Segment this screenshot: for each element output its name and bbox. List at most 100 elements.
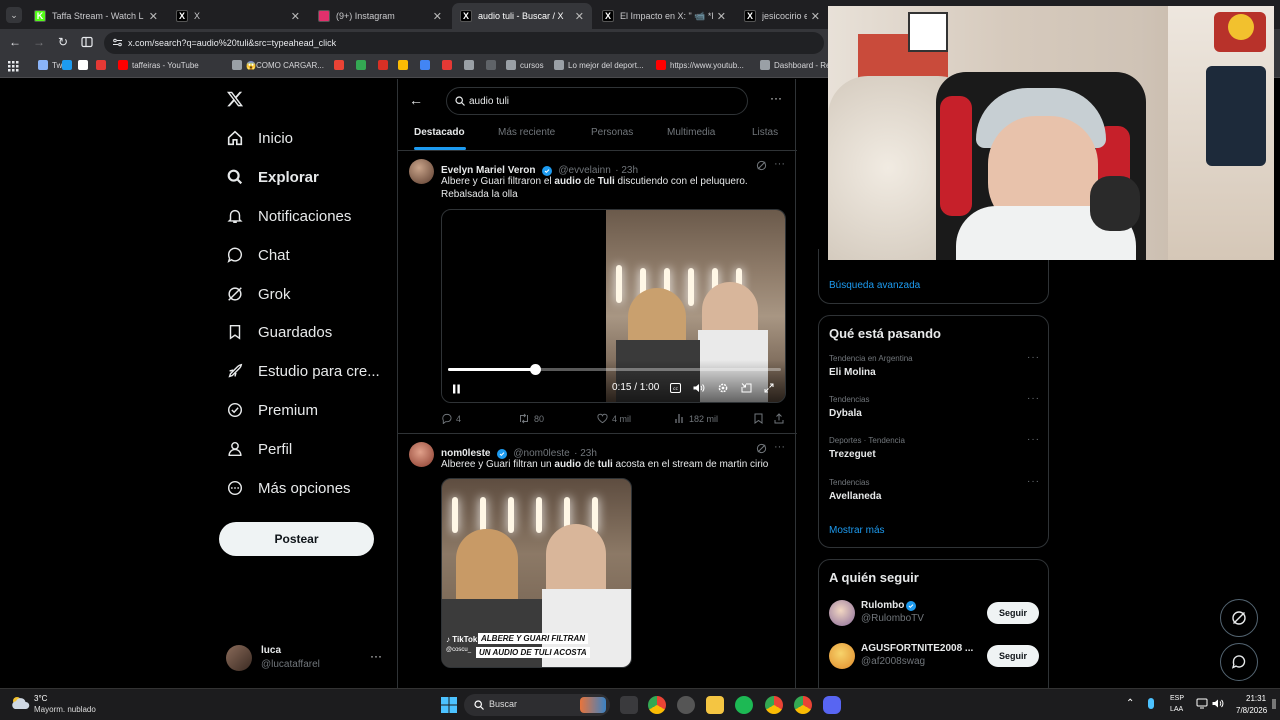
browser-tab[interactable]: K Taffa Stream - Watch L ✕ — [26, 3, 166, 29]
sidepanel-icon[interactable] — [80, 35, 94, 49]
trend-more-icon[interactable]: ··· — [1027, 434, 1040, 445]
bookmark-item[interactable]: https://www.youtub... — [656, 60, 744, 70]
language-1[interactable]: ESP — [1170, 695, 1184, 702]
like-button[interactable]: 4 mil — [597, 413, 631, 424]
trend-more-icon[interactable]: ··· — [1027, 352, 1040, 363]
bookmark-item[interactable]: 😱COMO CARGAR... — [232, 60, 324, 70]
follow-button[interactable]: Seguir — [987, 602, 1039, 624]
back-icon[interactable]: ← — [8, 35, 22, 49]
bookmark-item[interactable]: Tw — [38, 60, 62, 70]
tab-search-chevron-icon[interactable]: ⌄ — [6, 7, 22, 23]
video-progress-track[interactable] — [448, 364, 781, 375]
bookmark-item[interactable]: taffeiras - YouTube — [118, 60, 199, 70]
nav-item-estudio-para-cre[interactable]: Estudio para cre... — [226, 356, 380, 386]
search-tab[interactable]: Personas — [591, 127, 633, 138]
nav-item-notificaciones[interactable]: Notificaciones — [226, 201, 351, 231]
reply-button[interactable]: 4 — [441, 413, 461, 424]
trend-more-icon[interactable]: ··· — [1027, 393, 1040, 404]
nav-item-premium[interactable]: Premium — [226, 395, 318, 425]
chrome-icon[interactable] — [648, 696, 666, 714]
bookmark-item[interactable] — [356, 60, 370, 70]
bookmark-item[interactable] — [398, 60, 412, 70]
browser-tab[interactable]: (9+) Instagram ✕ — [310, 3, 450, 29]
messages-fab-icon[interactable] — [1220, 643, 1258, 681]
weather-widget[interactable]: 3°C Mayorm. nublado — [10, 692, 120, 718]
spotify-icon[interactable] — [735, 696, 753, 714]
bookmark-icon[interactable] — [754, 413, 767, 424]
volume-icon[interactable] — [693, 383, 705, 393]
bookmark-item[interactable] — [486, 60, 500, 70]
trend-item[interactable]: Dybala — [829, 408, 862, 419]
post-button[interactable]: Postear — [219, 522, 374, 556]
search-input[interactable]: audio tuli — [446, 87, 748, 115]
bookmark-item[interactable] — [442, 60, 456, 70]
settings-app-icon[interactable] — [677, 696, 695, 714]
forward-icon[interactable]: → — [32, 35, 46, 49]
nav-item-perfil[interactable]: Perfil — [226, 434, 292, 464]
nav-item-inicio[interactable]: Inicio — [226, 123, 293, 153]
tweet-more-icon[interactable]: ··· — [774, 158, 785, 170]
fullscreen-icon[interactable] — [764, 383, 774, 393]
browser-tab[interactable]: Xjesicocirio en X: "Ma ✕ — [736, 3, 828, 29]
nav-item-chat[interactable]: Chat — [226, 240, 290, 270]
avatar[interactable] — [409, 442, 434, 467]
account-switcher[interactable]: luca @lucataffarel ··· — [226, 643, 386, 675]
share-icon[interactable] — [774, 413, 788, 424]
tweet-more-icon[interactable]: ··· — [774, 441, 785, 453]
bookmark-item[interactable] — [78, 60, 92, 70]
avatar[interactable] — [409, 159, 434, 184]
search-options-icon[interactable]: ··· — [770, 91, 782, 105]
tab-close-icon[interactable]: ✕ — [575, 10, 584, 23]
search-tab[interactable]: Destacado — [414, 127, 465, 138]
tray-chevron-icon[interactable]: ⌃ — [1126, 698, 1134, 709]
chrome-profile-icon[interactable] — [765, 696, 783, 714]
bookmark-item[interactable] — [464, 60, 478, 70]
tab-close-icon[interactable]: ✕ — [291, 10, 300, 23]
task-view-icon[interactable] — [620, 696, 638, 714]
more-icon[interactable]: ··· — [370, 649, 382, 663]
tab-close-icon[interactable]: ✕ — [149, 10, 158, 23]
repost-button[interactable]: 80 — [518, 413, 544, 424]
nav-item-grok[interactable]: Grok — [226, 279, 291, 309]
tweet-video[interactable]: 0:15 / 1:00 cc — [441, 209, 786, 403]
video-scrubber-handle[interactable] — [529, 364, 541, 375]
chrome-profile-2-icon[interactable] — [794, 696, 812, 714]
trend-item[interactable]: Trezeguet — [829, 449, 876, 460]
tab-close-icon[interactable]: ✕ — [433, 10, 442, 23]
volume-icon[interactable] — [1212, 698, 1224, 709]
trend-more-icon[interactable]: ··· — [1027, 476, 1040, 487]
bookmark-item[interactable]: Dashboard - Re — [760, 60, 830, 70]
clock-time[interactable]: 21:31 — [1246, 694, 1266, 703]
bookmark-item[interactable]: cursos — [506, 60, 544, 70]
browser-tab[interactable]: X X ✕ — [168, 3, 308, 29]
mic-icon[interactable] — [1148, 698, 1154, 709]
follow-suggestion[interactable]: Rulombo @RulomboTV Seguir — [819, 600, 1050, 630]
tab-close-icon[interactable]: ✕ — [811, 10, 820, 23]
pip-icon[interactable] — [741, 383, 752, 393]
bookmark-item[interactable] — [62, 60, 76, 70]
search-tab[interactable]: Listas — [752, 127, 778, 138]
nav-item-más-opciones[interactable]: Más opciones — [226, 473, 351, 503]
captions-icon[interactable]: cc — [670, 383, 681, 393]
reload-icon[interactable]: ↻ — [56, 35, 70, 49]
windows-start-icon[interactable] — [441, 697, 457, 713]
search-tab[interactable]: Multimedia — [667, 127, 715, 138]
site-info-icon[interactable] — [112, 37, 123, 48]
url-input[interactable]: x.com/search?q=audio%20tuli&src=typeahea… — [104, 32, 824, 54]
notification-bell-icon[interactable] — [1272, 699, 1276, 709]
x-logo-icon[interactable] — [226, 90, 244, 108]
grok-icon[interactable] — [756, 443, 767, 454]
clock-date[interactable]: 7/8/2026 — [1236, 706, 1267, 715]
settings-gear-icon[interactable] — [717, 382, 729, 394]
tweet-video[interactable]: ♪ TikTok @coscu_ ALBERE Y GUARI FILTRAN … — [441, 478, 632, 668]
language-2[interactable]: LAA — [1170, 706, 1183, 713]
follow-button[interactable]: Seguir — [987, 645, 1039, 667]
file-explorer-icon[interactable] — [706, 696, 724, 714]
discord-icon[interactable] — [823, 696, 841, 714]
grok-fab-icon[interactable] — [1220, 599, 1258, 637]
bookmark-item[interactable] — [378, 60, 392, 70]
tab-close-icon[interactable]: ✕ — [717, 10, 726, 23]
browser-tab[interactable]: Xaudio tuli - Buscar / X ✕ — [452, 3, 592, 29]
browser-tab[interactable]: X El Impacto en X: " 📹 *INV ✕ — [594, 3, 734, 29]
bookmark-item[interactable] — [96, 60, 110, 70]
